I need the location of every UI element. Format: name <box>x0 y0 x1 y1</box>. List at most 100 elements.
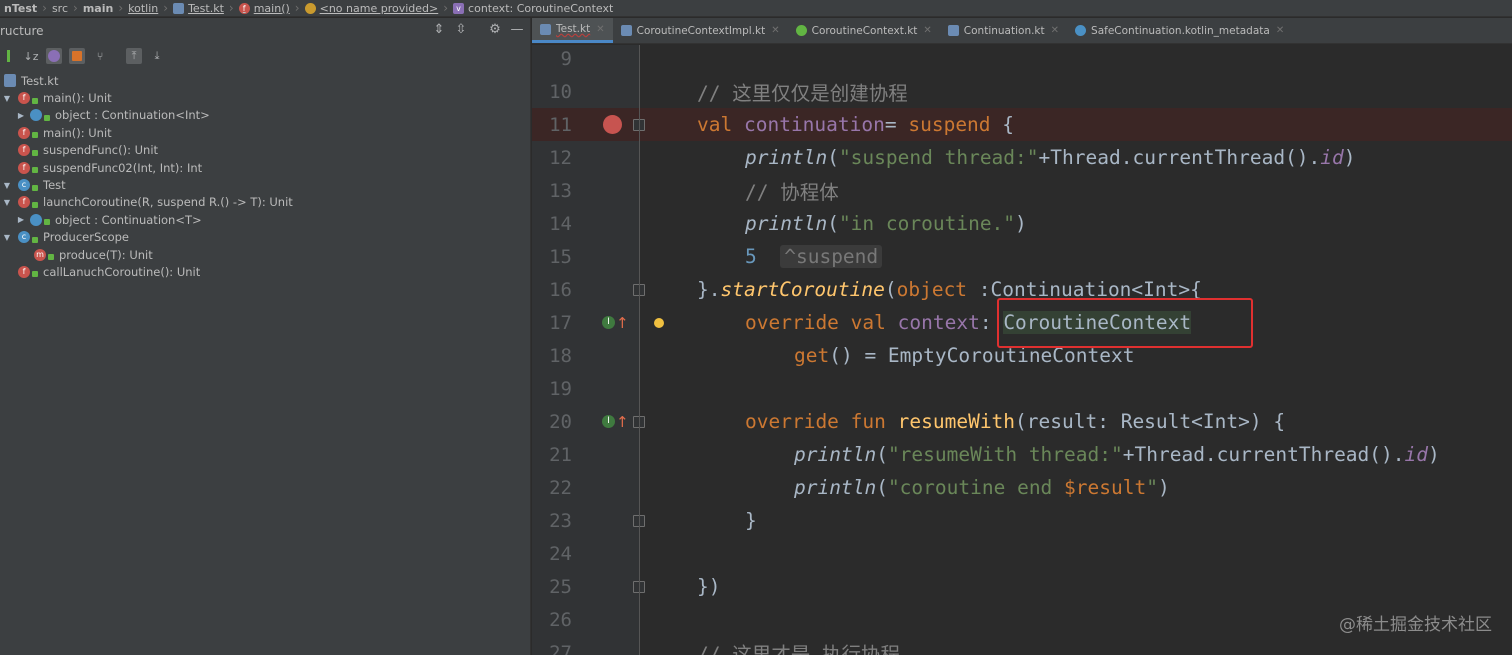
breadcrumb-item-main[interactable]: main <box>79 2 118 15</box>
object-icon <box>30 109 42 122</box>
function-icon: f <box>238 2 250 14</box>
collapse-arrow-icon[interactable]: ▶ <box>16 215 26 224</box>
public-visibility-icon <box>32 271 38 278</box>
expand-arrow-icon[interactable]: ▼ <box>2 198 12 207</box>
collapse-arrow-icon[interactable]: ▶ <box>16 111 26 120</box>
breadcrumb-item-main-fn[interactable]: f main() <box>235 2 294 15</box>
breadcrumb-item-context[interactable]: v context: CoroutineContext <box>449 2 617 15</box>
code-line[interactable]: 21 println("resumeWith thread:"+Thread.c… <box>532 438 1512 471</box>
gear-icon[interactable]: ⚙ <box>488 22 502 37</box>
tree-item[interactable]: ▼ f main(): Unit <box>0 89 530 106</box>
annotation-highlight-box <box>997 298 1253 348</box>
code-line[interactable]: 12 println("suspend thread:"+Thread.curr… <box>532 141 1512 174</box>
expand-all-icon[interactable]: ⇕ <box>432 22 446 37</box>
code-line[interactable]: 10 // 这里仅仅是创建协程 <box>532 75 1512 108</box>
code-line[interactable]: 24 <box>532 537 1512 570</box>
tree-item[interactable]: f main(): Unit <box>0 124 530 141</box>
line-number: 9 <box>560 47 572 70</box>
code-line[interactable]: 25 }) <box>532 570 1512 603</box>
code-line[interactable]: 20 I ↑ override fun resumeWith(result: Re… <box>532 405 1512 438</box>
tree-item[interactable]: ▼ c Test <box>0 176 530 193</box>
tree-item[interactable]: f suspendFunc(): Unit <box>0 142 530 159</box>
tab-continuation-kt[interactable]: Continuation.kt ✕ <box>940 18 1067 43</box>
code-line[interactable]: 15 5 ^suspend <box>532 240 1512 273</box>
editor-tabs: Test.kt ✕ CoroutineContextImpl.kt ✕ Coro… <box>532 18 1512 44</box>
code-line[interactable]: 9 <box>532 45 1512 75</box>
tab-coroutinecontextimpl-kt[interactable]: CoroutineContextImpl.kt ✕ <box>613 18 788 43</box>
autoscroll-to-source-icon[interactable]: ⤒ <box>126 48 142 64</box>
show-properties-icon[interactable] <box>46 48 62 64</box>
close-icon[interactable]: ✕ <box>923 25 931 36</box>
tree-item[interactable]: m produce(T): Unit <box>0 246 530 263</box>
close-icon[interactable]: ✕ <box>1051 25 1059 36</box>
sort-alphabetically-icon[interactable]: ↓z <box>23 48 39 64</box>
tree-item[interactable]: ▼ c ProducerScope <box>0 229 530 246</box>
chevron-right-icon: › <box>294 1 300 15</box>
line-number: 27 <box>549 641 572 655</box>
breadcrumb-item-src[interactable]: src <box>48 2 72 15</box>
code-line[interactable]: 19 <box>532 372 1512 405</box>
show-fields-icon[interactable] <box>69 48 85 64</box>
line-number: 13 <box>549 179 572 202</box>
code-line[interactable]: 13 // 协程体 <box>532 174 1512 207</box>
code-line[interactable]: 22 println("coroutine end $result") <box>532 471 1512 504</box>
tab-safecontinuation-metadata[interactable]: SafeContinuation.kotlin_metadata ✕ <box>1067 18 1292 43</box>
public-visibility-icon <box>32 167 38 174</box>
line-number: 17 <box>549 311 572 334</box>
code-line[interactable]: 14 println("in coroutine.") <box>532 207 1512 240</box>
sort-by-type-icon[interactable] <box>0 48 16 64</box>
autoscroll-from-source-icon[interactable]: ⤓ <box>149 48 165 64</box>
function-icon: f <box>18 265 30 278</box>
public-visibility-icon <box>32 236 38 243</box>
code-line-breakpoint[interactable]: 11 val continuation= suspend { <box>532 108 1512 141</box>
code-comment: // 这里仅仅是创建协程 <box>697 82 908 105</box>
line-number: 22 <box>549 476 572 499</box>
tree-item[interactable]: ▶ object : Continuation<T> <box>0 211 530 228</box>
breadcrumb: nTest › src › main › kotlin › Test.kt › … <box>0 0 1512 17</box>
close-icon[interactable]: ✕ <box>771 25 779 36</box>
tree-item[interactable]: f callLanuchCoroutine(): Unit <box>0 263 530 280</box>
code-line[interactable]: 27 // 这里才是 执行协程 <box>532 636 1512 655</box>
minimize-icon[interactable]: — <box>510 22 524 37</box>
close-icon[interactable]: ✕ <box>1276 25 1284 36</box>
collapse-all-icon[interactable]: ⇳ <box>454 22 468 37</box>
panel-actions: ⇕ ⇳ ⚙ — <box>432 22 524 37</box>
show-inherited-icon[interactable]: ⑂ <box>92 48 108 64</box>
object-icon <box>30 213 42 226</box>
tree-item[interactable]: f suspendFunc02(Int, Int): Int <box>0 159 530 176</box>
public-visibility-icon <box>32 97 38 104</box>
tree-item-file[interactable]: Test.kt <box>0 72 530 89</box>
tab-coroutinecontext-kt[interactable]: CoroutineContext.kt ✕ <box>788 18 940 43</box>
function-icon: f <box>18 161 30 174</box>
tree-item[interactable]: ▼ f launchCoroutine(R, suspend R.() -> T… <box>0 194 530 211</box>
structure-panel-title: ructure <box>0 24 44 38</box>
breadcrumb-item-kotlin[interactable]: kotlin <box>124 2 162 15</box>
structure-panel: ructure ⇕ ⇳ ⚙ — ↓z ⑂ ⤒ ⤓ Test.kt ▼ f mai… <box>0 18 531 655</box>
kotlin-file-icon <box>620 25 632 36</box>
line-number: 20 <box>549 410 572 433</box>
line-number: 12 <box>549 146 572 169</box>
override-marker-icon[interactable]: I ↑ <box>602 413 629 431</box>
tree-item[interactable]: ▶ object : Continuation<Int> <box>0 107 530 124</box>
inlay-hint: ^suspend <box>780 245 883 268</box>
close-icon[interactable]: ✕ <box>596 24 604 35</box>
lightbulb-icon[interactable] <box>654 317 664 328</box>
code-comment: // 协程体 <box>745 181 839 204</box>
public-visibility-icon <box>32 201 38 208</box>
tab-test-kt[interactable]: Test.kt ✕ <box>532 18 613 43</box>
code-editor[interactable]: 9 10 // 这里仅仅是创建协程 11 val continuation= s… <box>532 45 1512 655</box>
expand-arrow-icon[interactable]: ▼ <box>2 94 12 103</box>
breadcrumb-item-object[interactable]: <no name provided> <box>301 2 443 15</box>
watermark: @稀土掘金技术社区 <box>1339 615 1492 635</box>
breakpoint-icon[interactable] <box>603 115 622 134</box>
line-number: 23 <box>549 509 572 532</box>
chevron-right-icon: › <box>163 1 169 15</box>
public-visibility-icon <box>44 219 50 226</box>
code-line[interactable]: 23 } <box>532 504 1512 537</box>
expand-arrow-icon[interactable]: ▼ <box>2 181 12 190</box>
override-marker-icon[interactable]: I ↑ <box>602 314 629 332</box>
expand-arrow-icon[interactable]: ▼ <box>2 233 12 242</box>
chevron-right-icon: › <box>73 1 78 15</box>
breadcrumb-item-test-kt[interactable]: Test.kt <box>169 2 228 15</box>
breadcrumb-item-project[interactable]: nTest <box>0 2 41 15</box>
